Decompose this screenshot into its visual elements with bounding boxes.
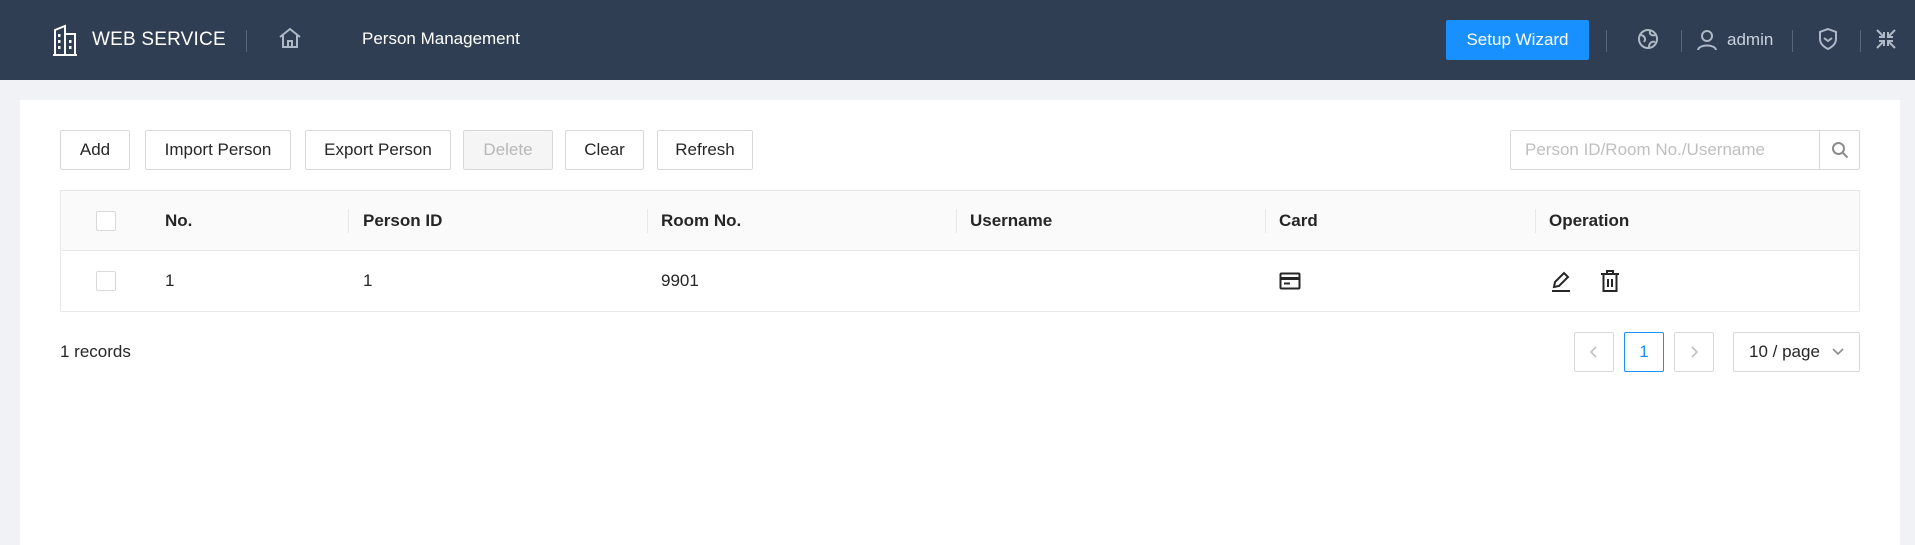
row-checkbox[interactable] [96, 271, 116, 291]
header-divider [246, 30, 247, 52]
page-title: Person Management [362, 29, 520, 48]
globe-icon[interactable] [1636, 27, 1660, 51]
search-icon[interactable] [1819, 131, 1859, 169]
column-header-card: Card [1279, 211, 1318, 230]
brand-name: WEB SERVICE [92, 29, 226, 50]
next-page-button[interactable] [1674, 332, 1714, 372]
column-header-room-no: Room No. [661, 211, 742, 230]
table-row: 1 1 9901 [61, 251, 1859, 311]
add-button[interactable]: Add [60, 130, 130, 170]
page-size-select[interactable]: 10 / page [1733, 332, 1860, 372]
collapse-icon[interactable] [1874, 27, 1898, 51]
chevron-down-icon [1832, 348, 1844, 356]
header-divider [1860, 30, 1861, 52]
export-person-button[interactable]: Export Person [305, 130, 451, 170]
column-header-operation: Operation [1549, 211, 1630, 230]
header-divider [1681, 30, 1682, 52]
column-header-username: Username [970, 211, 1053, 230]
column-divider [647, 209, 648, 233]
chevron-right-icon [1691, 346, 1699, 358]
home-icon[interactable] [277, 25, 303, 51]
refresh-button[interactable]: Refresh [657, 130, 753, 170]
header-divider [1606, 30, 1607, 52]
search-input[interactable] [1511, 131, 1819, 169]
edit-icon[interactable] [1549, 269, 1573, 293]
shield-icon[interactable] [1816, 27, 1840, 51]
cell-operation [1549, 251, 1621, 311]
delete-button[interactable]: Delete [463, 130, 553, 170]
clear-button[interactable]: Clear [565, 130, 644, 170]
prev-page-button[interactable] [1574, 332, 1614, 372]
cell-no: 1 [165, 271, 175, 290]
cell-room-no: 9901 [661, 271, 699, 290]
search-box [1510, 130, 1860, 170]
cell-card [1279, 251, 1301, 311]
page-size-value: 10 / page [1749, 342, 1820, 361]
person-table: No. Person ID Room No. Username Card Ope… [60, 190, 1860, 312]
records-count: 1 records [60, 342, 131, 361]
header-divider [1792, 30, 1793, 52]
username: admin [1727, 30, 1774, 49]
row-checkbox-cell [96, 251, 116, 311]
column-header-person-id: Person ID [363, 211, 443, 230]
column-header-no: No. [165, 211, 193, 230]
setup-wizard-button[interactable]: Setup Wizard [1446, 20, 1589, 60]
column-divider [956, 209, 957, 233]
chevron-left-icon [1589, 346, 1597, 358]
column-divider [348, 209, 349, 233]
building-icon [52, 24, 78, 56]
user-menu[interactable]: admin [1697, 27, 1773, 53]
top-header-bar: WEB SERVICE Person Management Setup Wiza… [0, 0, 1915, 80]
page-number-current[interactable]: 1 [1624, 332, 1664, 372]
column-divider [1265, 209, 1266, 233]
import-person-button[interactable]: Import Person [145, 130, 291, 170]
header-checkbox-cell [96, 191, 116, 251]
card-icon[interactable] [1279, 272, 1301, 290]
cell-person-id: 1 [363, 271, 373, 290]
select-all-checkbox[interactable] [96, 211, 116, 231]
table-header: No. Person ID Room No. Username Card Ope… [61, 191, 1859, 251]
brand: WEB SERVICE [52, 20, 226, 60]
delete-icon[interactable] [1599, 269, 1621, 293]
user-icon [1697, 30, 1717, 51]
column-divider [1535, 209, 1536, 233]
